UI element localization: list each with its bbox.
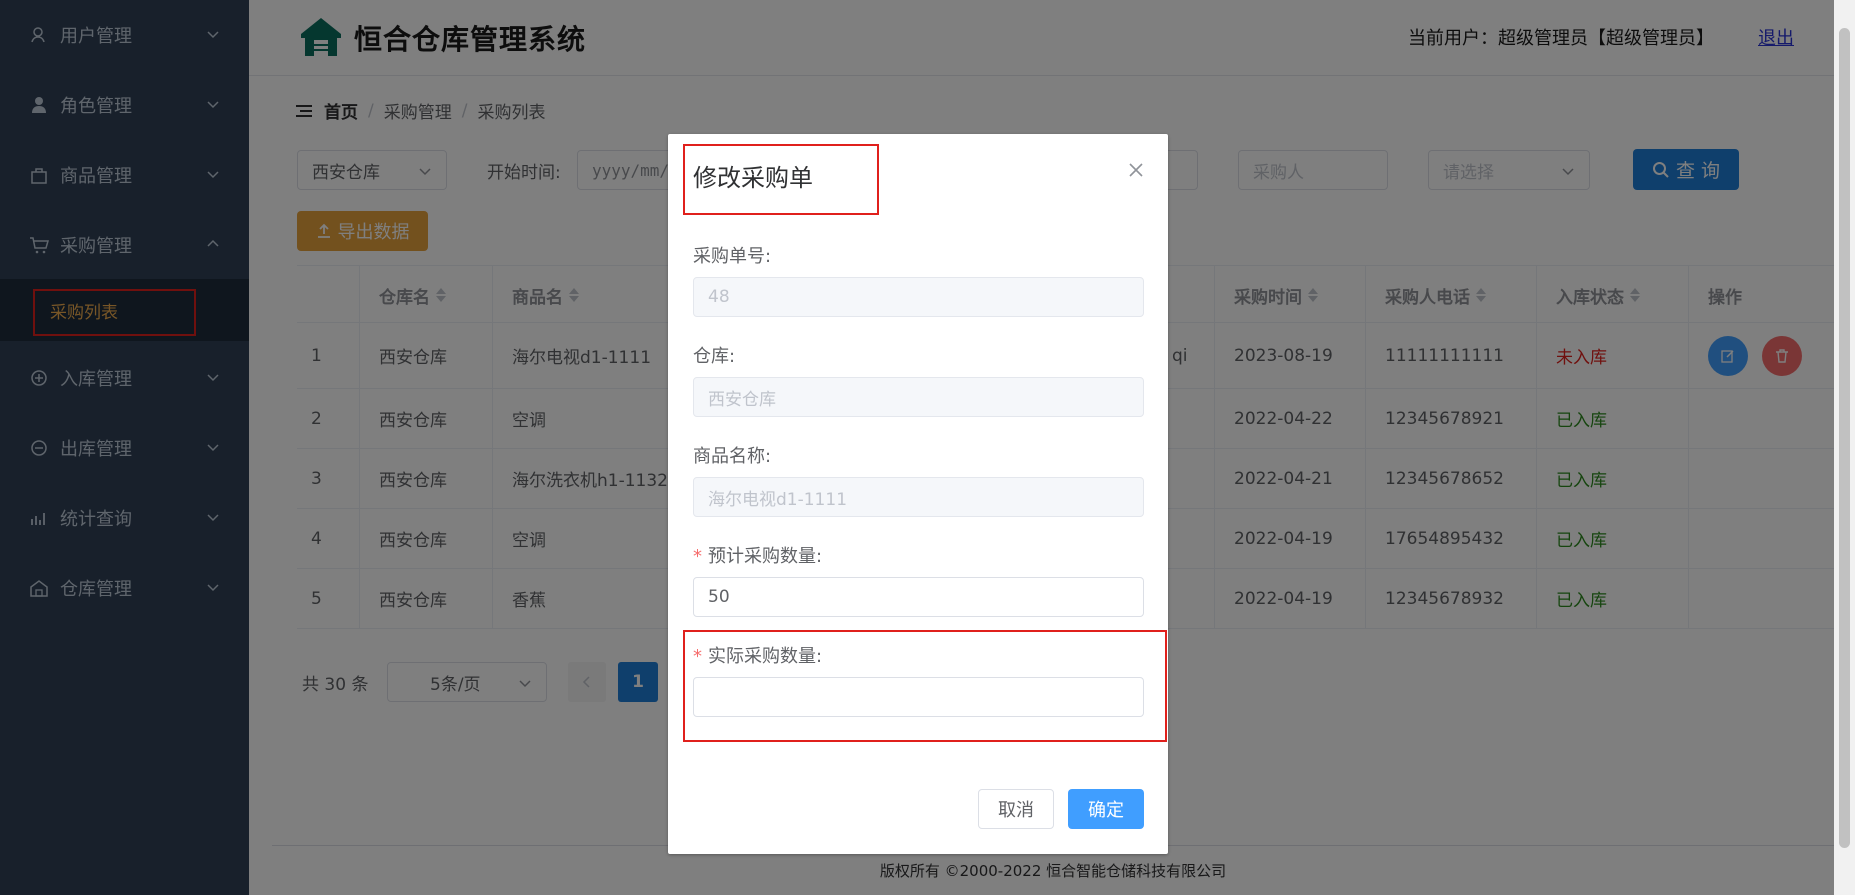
highlight-box-actual-quantity xyxy=(683,630,1167,742)
page-scrollbar[interactable] xyxy=(1834,0,1855,895)
expected-quantity-label: * 预计采购数量: xyxy=(693,542,822,568)
expected-quantity-label-text: 预计采购数量: xyxy=(708,546,823,567)
confirm-button[interactable]: 确定 xyxy=(1068,789,1144,829)
scrollbar-thumb[interactable] xyxy=(1839,28,1850,848)
expected-quantity-input[interactable]: 50 xyxy=(693,577,1144,617)
order-no-label: 采购单号: xyxy=(693,246,772,267)
product-name-label: 商品名称: xyxy=(693,446,772,467)
highlight-box-dialog-title xyxy=(683,144,879,215)
edit-purchase-dialog: 修改采购单 采购单号: 48 仓库: 西安仓库 商品名称: 海尔电视d1-111… xyxy=(668,134,1168,854)
close-icon[interactable] xyxy=(1126,160,1146,180)
required-mark: * xyxy=(693,546,702,567)
warehouse-field: 西安仓库 xyxy=(693,377,1144,417)
warehouse-label: 仓库: xyxy=(693,346,736,367)
order-no-field: 48 xyxy=(693,277,1144,317)
product-name-field: 海尔电视d1-1111 xyxy=(693,477,1144,517)
cancel-button[interactable]: 取消 xyxy=(978,789,1054,829)
